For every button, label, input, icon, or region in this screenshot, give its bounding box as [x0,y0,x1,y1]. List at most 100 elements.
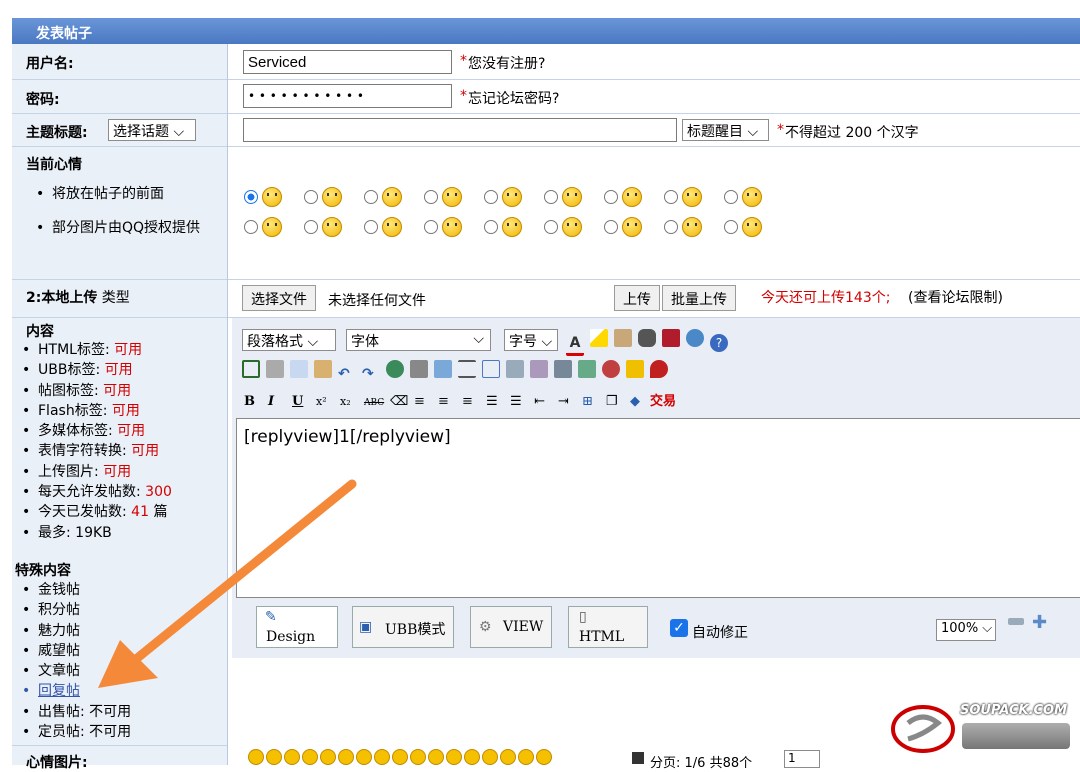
mood-image-icon[interactable] [536,749,552,765]
mood-radio[interactable] [664,190,678,204]
exchange-button[interactable]: 交易 [650,394,676,409]
mood-option[interactable] [544,187,582,207]
emoticon-icon[interactable] [650,360,668,378]
merge-cells-icon[interactable] [554,360,572,378]
mood-radio[interactable] [724,190,738,204]
mood-option[interactable] [364,217,402,237]
mood-radio[interactable] [244,220,258,234]
mood-option[interactable] [424,217,462,237]
image-icon[interactable] [434,360,452,378]
split-cells-icon[interactable] [578,360,596,378]
mood-image-icon[interactable] [392,749,408,765]
mood-option[interactable] [484,187,522,207]
horizontal-rule-icon[interactable] [458,360,476,378]
align-right-icon[interactable]: ≡ [462,394,486,409]
mood-option[interactable] [364,187,402,207]
upload-button[interactable]: 上传 [614,285,660,311]
mood-image-icon[interactable] [518,749,534,765]
mood-radio[interactable] [244,190,258,204]
highlight-color-icon[interactable] [590,329,608,347]
username-input[interactable] [243,50,452,74]
subscript-icon[interactable]: x₂ [340,395,364,408]
zoom-out-icon[interactable] [1008,618,1024,625]
mood-option[interactable] [724,187,762,207]
redo-icon[interactable]: ↷ [362,366,380,384]
forum-limit-link[interactable]: (查看论坛限制) [908,287,1003,307]
mood-radio[interactable] [604,190,618,204]
outdent-icon[interactable]: ⇤ [534,394,558,409]
eraser-icon[interactable]: ⌫ [390,394,414,409]
autofix-checkbox[interactable]: ✓ [670,619,688,637]
mood-radio[interactable] [484,220,498,234]
shield-icon[interactable]: ◆ [630,394,650,409]
quote-icon[interactable]: ❐ [606,394,630,409]
copy-icon[interactable] [290,360,308,378]
mood-option[interactable] [544,217,582,237]
register-link[interactable]: 您没有注册? [468,53,545,73]
find-icon[interactable] [638,329,656,347]
mood-radio[interactable] [364,190,378,204]
mood-radio[interactable] [304,190,318,204]
flash-icon[interactable] [626,360,644,378]
mood-image-icon[interactable] [302,749,318,765]
mood-option[interactable] [604,187,642,207]
mood-option[interactable] [304,217,342,237]
view-mode-button[interactable]: ⚙ VIEW [470,606,552,648]
bold-icon[interactable]: B [244,394,268,409]
mood-image-icon[interactable] [464,749,480,765]
mood-image-icon[interactable] [500,749,516,765]
insert-row-icon[interactable] [530,360,548,378]
forgot-password-link[interactable]: 忘记论坛密码? [468,88,559,108]
insert-object-icon[interactable] [614,329,632,347]
mood-image-icon[interactable] [374,749,390,765]
align-left-icon[interactable]: ≡ [414,394,438,409]
search-icon[interactable] [686,329,704,347]
mood-image-icon[interactable] [284,749,300,765]
mood-image-icon[interactable] [482,749,498,765]
mood-radio[interactable] [724,220,738,234]
new-document-icon[interactable] [242,360,260,378]
mood-radio[interactable] [424,190,438,204]
highlight-select[interactable]: 标题醒目 ⌵ [682,119,769,141]
mood-image-icon[interactable] [446,749,462,765]
mood-image-icon[interactable] [338,749,354,765]
mood-radio[interactable] [544,190,558,204]
batch-upload-button[interactable]: 批量上传 [662,285,736,311]
font-size-select[interactable]: 字号 ⌵ [504,329,558,351]
insert-link-icon[interactable] [386,360,404,378]
superscript-icon[interactable]: x² [316,395,340,408]
next-page-icon[interactable] [632,752,644,764]
mood-radio[interactable] [484,190,498,204]
undo-icon[interactable]: ↶ [338,366,356,384]
topic-select[interactable]: 选择话题 ⌵ [108,119,196,141]
mood-image-icon[interactable] [356,749,372,765]
mood-image-icon[interactable] [410,749,426,765]
insert-code-icon[interactable]: ⊞ [582,394,606,409]
zoom-in-icon[interactable]: ✚ [1032,612,1047,633]
mood-option[interactable] [244,217,282,237]
insert-column-icon[interactable] [506,360,524,378]
italic-icon[interactable]: I [268,394,292,409]
mood-option[interactable] [724,217,762,237]
mood-option[interactable] [664,217,702,237]
media-icon[interactable] [602,360,620,378]
page-select[interactable]: 1 [784,750,820,768]
subject-input[interactable] [243,118,677,142]
paragraph-format-select[interactable]: 段落格式 ⌵ [242,329,336,351]
mood-image-icon[interactable] [266,749,282,765]
unlink-icon[interactable] [410,360,428,378]
cut-icon[interactable] [266,360,284,378]
mood-radio[interactable] [664,220,678,234]
mood-option[interactable] [484,217,522,237]
mood-option[interactable] [664,187,702,207]
html-mode-button[interactable]: ▯ HTML [568,606,648,648]
mood-radio[interactable] [604,220,618,234]
mood-image-icon[interactable] [428,749,444,765]
password-input[interactable]: • • • • • • • • • • • [243,84,452,108]
mood-option[interactable] [604,217,642,237]
font-select[interactable]: 字体 ⌵ [346,329,491,351]
table-icon[interactable] [482,360,500,378]
mood-radio[interactable] [424,220,438,234]
font-color-icon[interactable]: A [566,335,584,356]
align-center-icon[interactable]: ≡ [438,394,462,409]
